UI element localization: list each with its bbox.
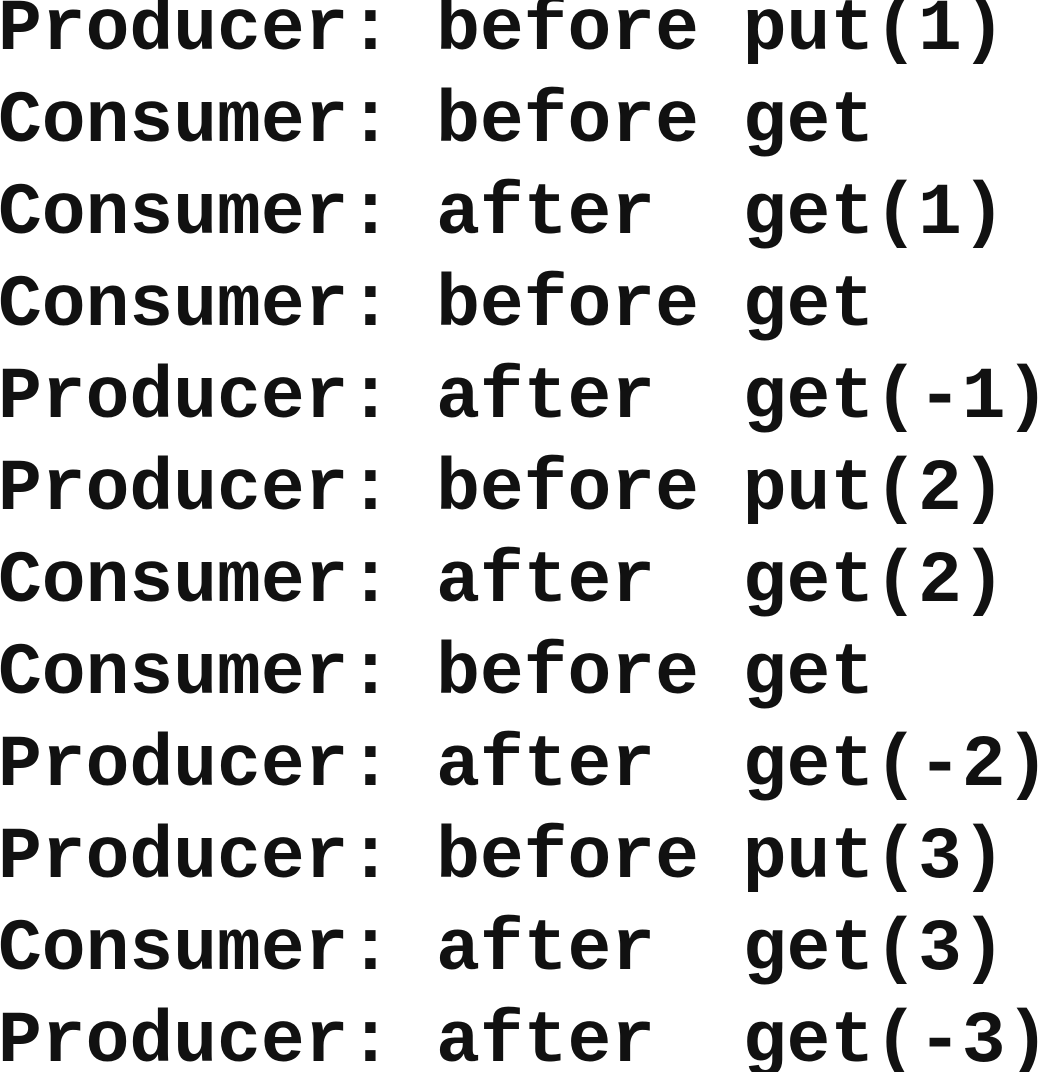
output-line: Producer: before put(1) <box>0 0 1006 71</box>
output-line: Producer: before put(2) <box>0 448 1006 531</box>
output-line: Consumer: before get <box>0 80 875 163</box>
output-line: Producer: after get(-1) <box>0 356 1050 439</box>
output-line: Consumer: before get <box>0 264 875 347</box>
output-line: Consumer: after get(2) <box>0 540 1006 623</box>
output-line: Consumer: after get(1) <box>0 172 1006 255</box>
console-output: Producer: before put(1) Consumer: before… <box>0 0 1058 1072</box>
output-line: Consumer: after get(3) <box>0 908 1006 991</box>
output-line: Producer: after get(-2) <box>0 724 1050 807</box>
output-line: Producer: after get(-3) <box>0 1000 1050 1072</box>
output-line: Producer: before put(3) <box>0 816 1006 899</box>
output-line: Consumer: before get <box>0 632 875 715</box>
